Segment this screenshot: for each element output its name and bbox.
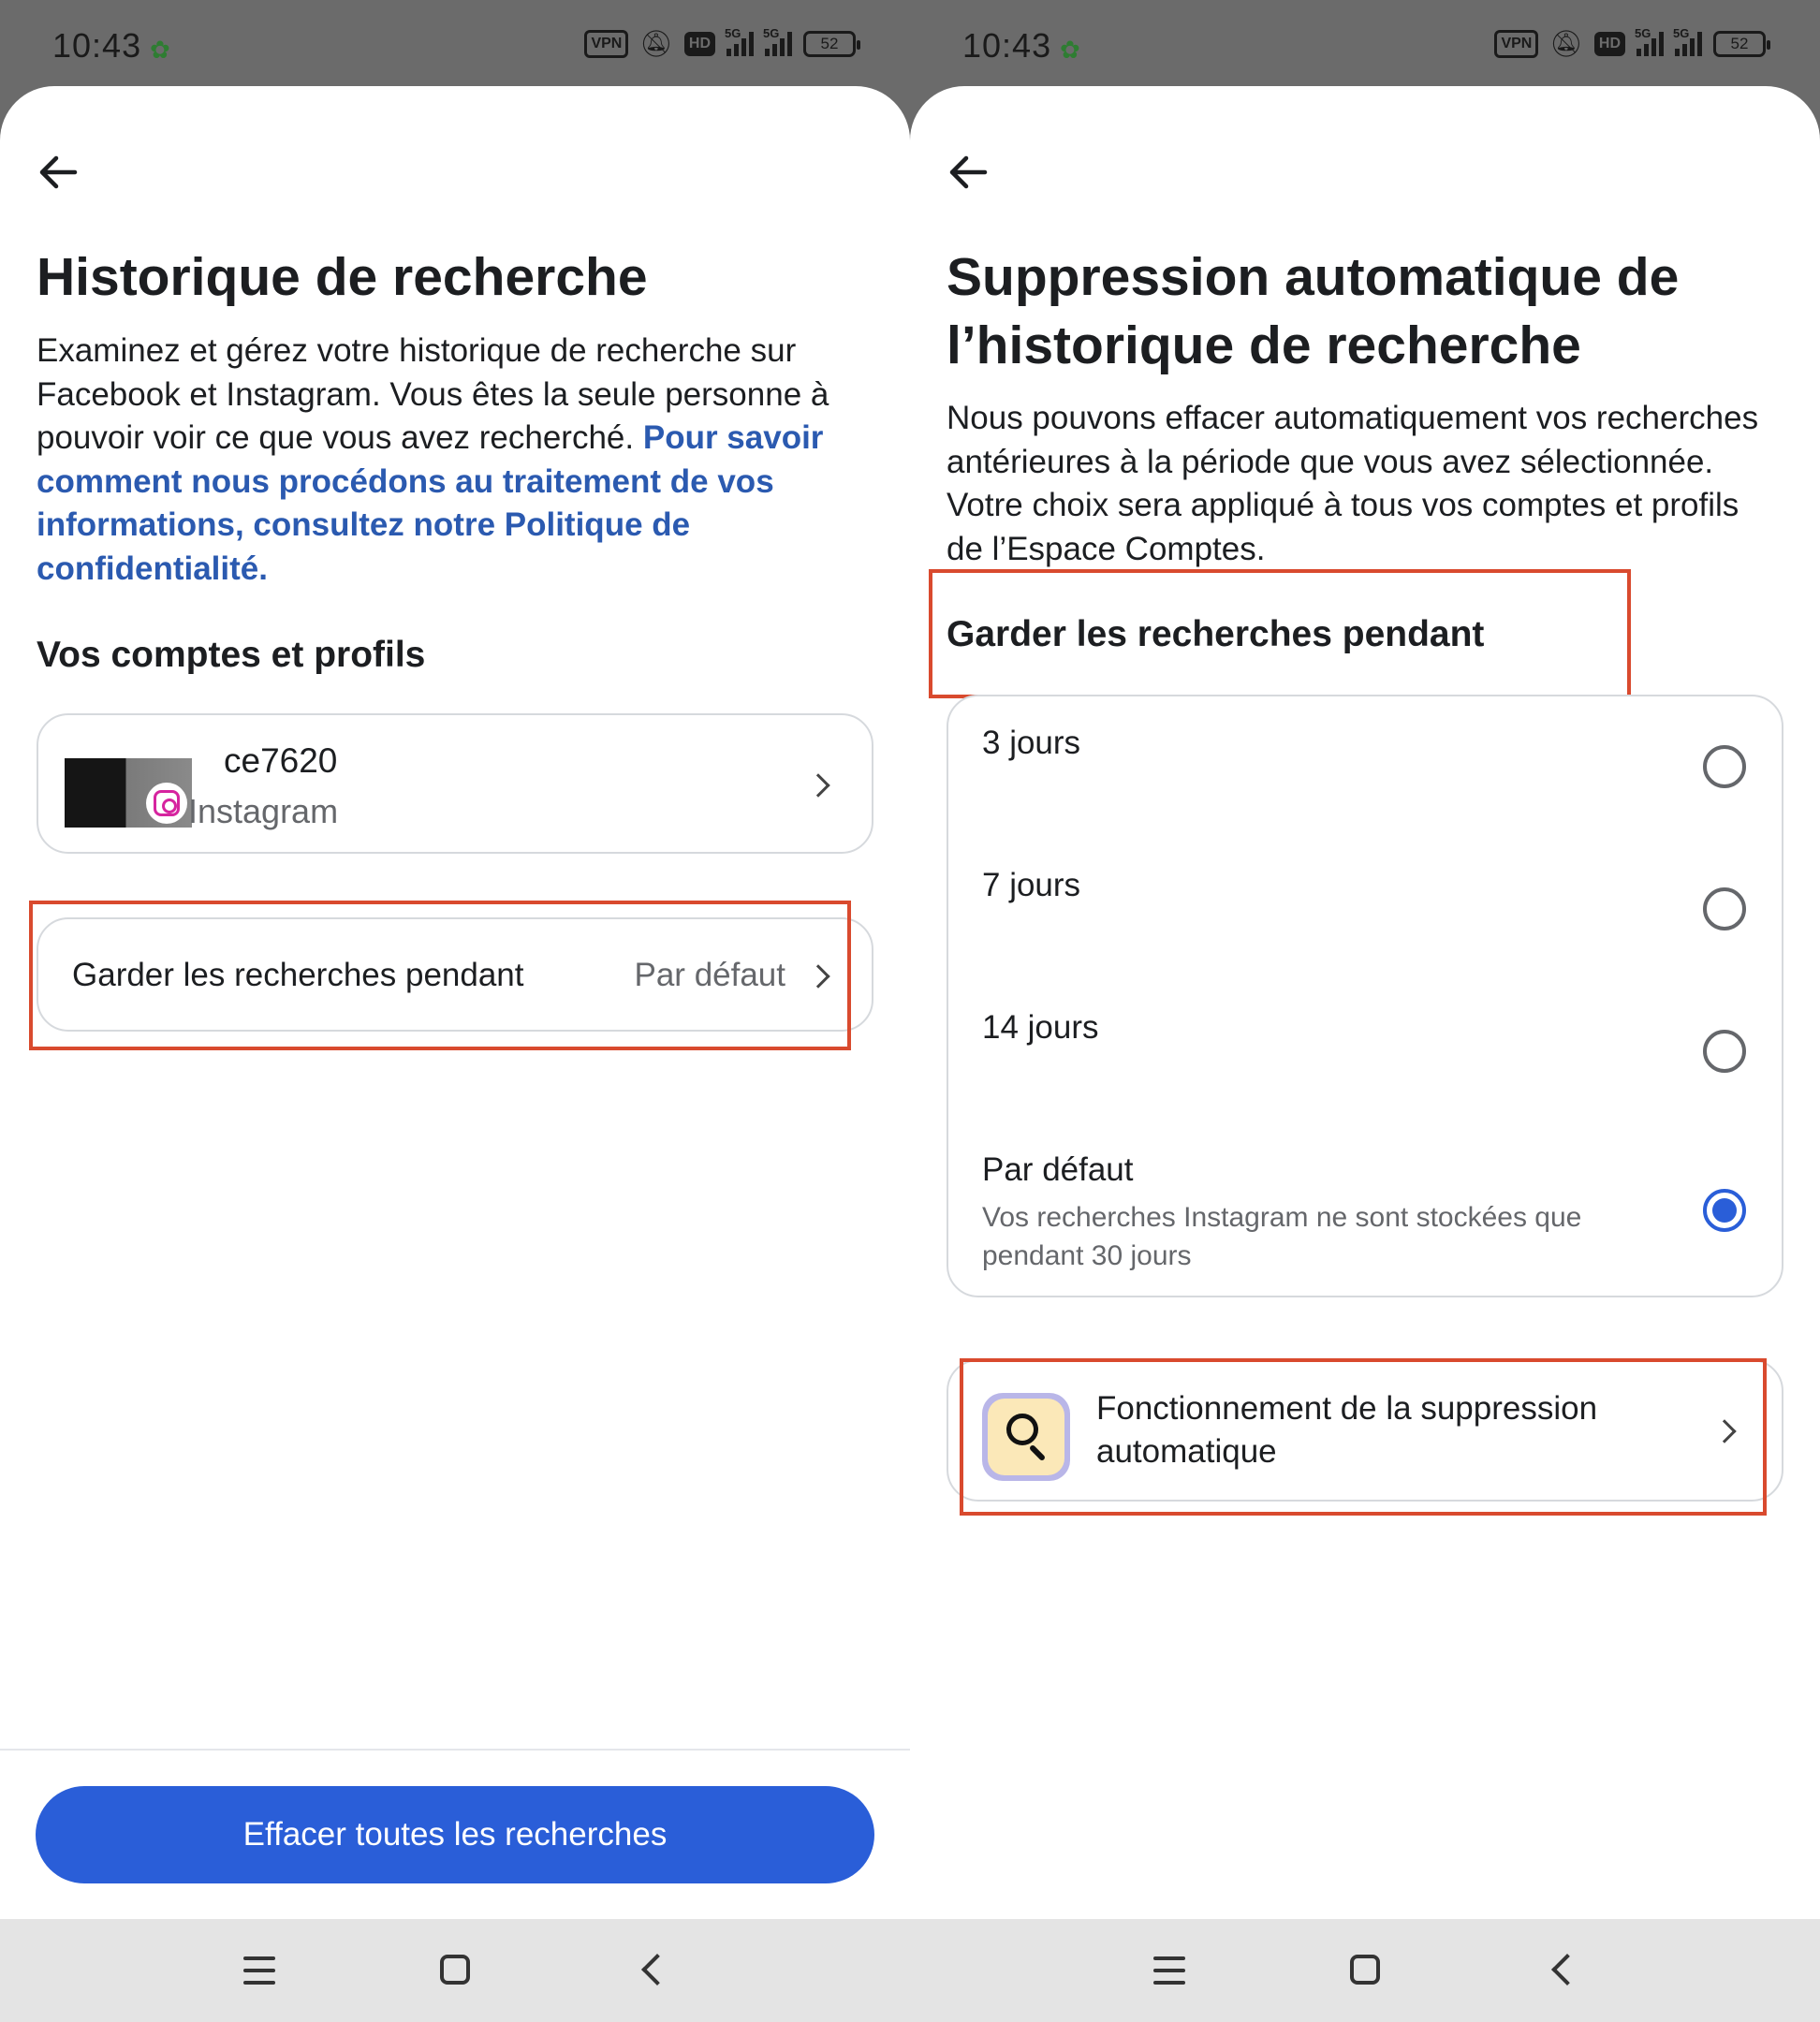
home-icon[interactable]	[440, 1955, 470, 1985]
account-name: ce7620	[224, 741, 338, 780]
option-default[interactable]: Par défaut Vos recherches Instagram ne s…	[948, 1123, 1785, 1297]
account-card[interactable]: ce7620 Instagram	[37, 713, 873, 854]
clear-all-searches-button[interactable]: Effacer toutes les recherches	[36, 1786, 874, 1883]
search-icon	[982, 1393, 1070, 1481]
account-platform: Instagram	[188, 792, 339, 830]
battery-icon: 52	[1713, 30, 1770, 57]
system-nav-bar	[910, 1919, 1820, 2022]
vpn-icon: VPN	[1494, 29, 1539, 58]
vpn-icon: VPN	[584, 29, 629, 58]
screen-auto-delete: 10:43 ✿ VPN 🔕︎ HD 5G 5G 52 Suppression a…	[910, 0, 1820, 2022]
retention-options: 3 jours 7 jours 14 jours Par défaut Vos …	[947, 695, 1783, 1297]
signal-icon: 5G	[763, 26, 792, 56]
page-title: Suppression automatique de l’historique …	[947, 243, 1808, 380]
content-sheet: Historique de recherche Examinez et gére…	[0, 86, 910, 1919]
page-description: Examinez et gérez votre historique de re…	[37, 330, 860, 591]
status-icons: VPN 🔕︎ HD 5G 5G 52	[584, 26, 860, 59]
option-label: 3 jours	[982, 725, 1081, 761]
battery-icon: 52	[803, 30, 860, 57]
recent-apps-icon[interactable]	[243, 1956, 275, 1985]
radio-button[interactable]	[1703, 887, 1746, 930]
hd-voice-icon: HD	[683, 31, 715, 56]
accounts-section-title: Vos comptes et profils	[37, 635, 426, 675]
option-label: Par défaut	[982, 1151, 1134, 1188]
content-sheet: Suppression automatique de l’historique …	[910, 86, 1820, 1919]
how-auto-delete-works-row[interactable]: Fonctionnement de la suppression automat…	[947, 1359, 1783, 1502]
notification-app-icon: ✿	[150, 36, 170, 64]
page-title: Historique de recherche	[37, 247, 648, 307]
setting-value: Par défaut	[634, 957, 786, 993]
page-description: Nous pouvons effacer automatiquement vos…	[947, 400, 1759, 567]
page-title-line2: l’historique de recherche	[947, 315, 1581, 375]
recent-apps-icon[interactable]	[1153, 1956, 1185, 1985]
back-arrow-icon[interactable]	[944, 148, 992, 197]
screen-search-history: 10:43 ✿ VPN 🔕︎ HD 5G 5G 52 Historique de…	[0, 0, 910, 2022]
radio-button-selected[interactable]	[1703, 1189, 1746, 1232]
info-label: Fonctionnement de la suppression automat…	[1096, 1390, 1598, 1470]
chevron-right-icon	[806, 773, 830, 798]
keep-searches-section-title: Garder les recherches pendant	[947, 614, 1485, 654]
back-arrow-icon[interactable]	[34, 148, 82, 197]
status-bar: 10:43 ✿ VPN 🔕︎ HD 5G 5G 52	[910, 0, 1820, 89]
setting-label: Garder les recherches pendant	[72, 957, 524, 993]
back-icon[interactable]	[641, 1954, 673, 1985]
status-time: 10:43	[52, 26, 142, 65]
chevron-right-icon	[806, 964, 830, 989]
keep-searches-setting[interactable]: Garder les recherches pendant Par défaut	[37, 917, 873, 1032]
option-14-days[interactable]: 14 jours	[948, 981, 1785, 1123]
option-3-days[interactable]: 3 jours	[948, 696, 1785, 839]
divider	[0, 1749, 910, 1751]
system-nav-bar	[0, 1919, 910, 2022]
notification-app-icon: ✿	[1060, 36, 1080, 64]
signal-icon: 5G	[1635, 26, 1664, 56]
signal-icon: 5G	[725, 26, 754, 56]
bell-muted-icon: 🔕︎	[639, 29, 673, 58]
status-icons: VPN 🔕︎ HD 5G 5G 52	[1494, 26, 1770, 59]
bell-muted-icon: 🔕︎	[1549, 29, 1583, 58]
hd-voice-icon: HD	[1593, 31, 1625, 56]
signal-icon: 5G	[1673, 26, 1702, 56]
radio-button[interactable]	[1703, 745, 1746, 788]
chevron-right-icon	[1712, 1419, 1737, 1443]
status-time: 10:43	[962, 26, 1052, 65]
instagram-icon	[146, 783, 187, 824]
radio-button[interactable]	[1703, 1030, 1746, 1073]
option-7-days[interactable]: 7 jours	[948, 839, 1785, 981]
option-label: 7 jours	[982, 867, 1081, 903]
page-title-line1: Suppression automatique de	[947, 247, 1680, 307]
status-bar: 10:43 ✿ VPN 🔕︎ HD 5G 5G 52	[0, 0, 910, 89]
home-icon[interactable]	[1350, 1955, 1380, 1985]
back-icon[interactable]	[1551, 1954, 1583, 1985]
option-label: 14 jours	[982, 1009, 1099, 1046]
option-description: Vos recherches Instagram ne sont stockée…	[982, 1202, 1582, 1271]
